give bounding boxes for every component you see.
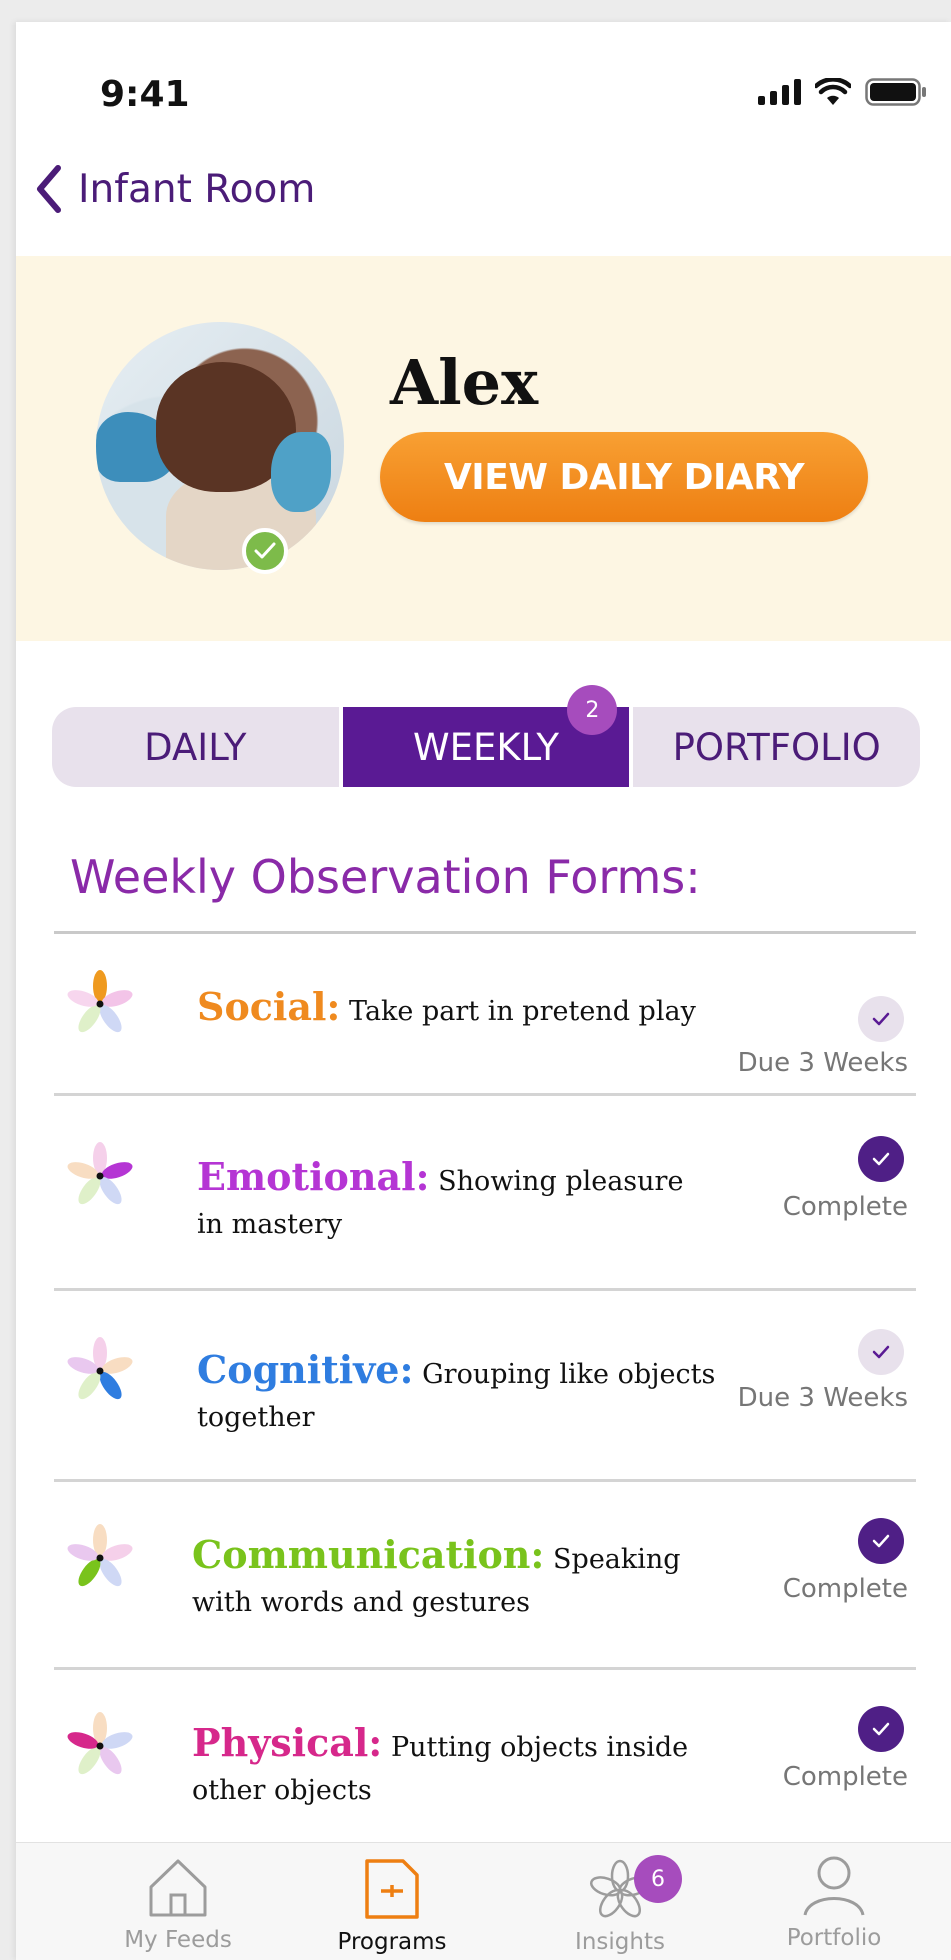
observation-row-physical[interactable]: Physical: Putting objects inside other o… [54,1670,916,1870]
tab-portfolio[interactable]: PORTFOLIO [629,707,920,787]
tab-label: PORTFOLIO [672,725,881,769]
tabbar-portfolio[interactable]: Portfolio [744,1853,924,1951]
view-daily-diary-button[interactable]: VIEW DAILY DIARY [380,432,868,522]
checkmark-complete-icon [858,1136,904,1182]
phone-screen: 9:41 Infant Room Alex VIEW DAILY DIARY D… [16,22,951,1960]
chevron-left-icon [37,165,61,213]
observation-category: Cognitive: [197,1347,414,1392]
observation-status: Due 3 Weeks [737,1383,908,1413]
child-avatar[interactable] [96,322,344,570]
flower-emotional-icon [67,1142,133,1205]
tabbar-label: Insights [575,1929,665,1955]
person-icon [803,1856,865,1916]
section-title: Weekly Observation Forms: [70,850,701,904]
back-button[interactable]: Infant Room [34,164,315,214]
observation-row-emotional[interactable]: Emotional: Showing pleasure in mastery C… [54,1096,916,1291]
flower-cognitive-icon [67,1337,133,1400]
flower-communication-icon [67,1524,133,1587]
tabbar-my-feeds[interactable]: My Feeds [88,1857,268,1953]
checkmark-complete-icon [858,1706,904,1752]
avatar-toy [271,432,331,512]
flower-social-icon [67,970,133,1033]
observation-text: Physical: Putting objects inside other o… [192,1720,717,1812]
child-name: Alex [390,346,539,419]
checkmark-pending-icon [858,1329,904,1375]
observation-row-communication[interactable]: Communication: Speaking with words and g… [54,1482,916,1670]
home-icon [149,1859,207,1917]
wifi-icon [815,78,851,105]
checkmark-complete-icon [858,1518,904,1564]
insights-count-badge: 6 [634,1855,682,1903]
tab-label: DAILY [144,725,247,769]
flower-physical-icon [67,1712,133,1775]
observation-category: Physical: [192,1720,383,1765]
programs-icon [365,1859,419,1919]
tabbar-label: Portfolio [786,1925,882,1951]
observation-text: Social: Take part in pretend play [197,984,717,1033]
view-tabs: DAILY WEEKLY 2 PORTFOLIO [52,685,920,787]
observation-category: Communication: [192,1532,545,1577]
observation-row-social[interactable]: Social: Take part in pretend play Due 3 … [54,934,916,1096]
status-time: 9:41 [100,74,190,115]
observation-description: Take part in pretend play [349,996,696,1027]
observation-category: Emotional: [197,1154,430,1199]
bottom-tab-bar: My Feeds Programs 6 Insights Portfolio [16,1842,951,1960]
observation-status: Due 3 Weeks [737,1048,908,1078]
child-profile-header: Alex VIEW DAILY DIARY [16,256,951,641]
tabbar-insights[interactable]: 6 Insights [530,1855,710,1955]
tab-label: WEEKLY [413,725,559,769]
checkmark-pending-icon [858,996,904,1042]
tabbar-label: Programs [337,1929,447,1955]
observation-row-cognitive[interactable]: Cognitive: Grouping like objects togethe… [54,1291,916,1482]
checked-in-badge-icon [242,528,288,574]
tab-weekly[interactable]: WEEKLY 2 [338,685,630,787]
observation-text: Communication: Speaking with words and g… [192,1532,717,1624]
observation-status: Complete [782,1762,908,1792]
observation-status: Complete [782,1574,908,1604]
tab-daily[interactable]: DAILY [52,707,339,787]
battery-icon [865,78,926,106]
tabbar-label: My Feeds [124,1927,232,1953]
observation-text: Emotional: Showing pleasure in mastery [197,1154,717,1246]
weekly-count-badge: 2 [567,685,618,735]
observation-status: Complete [782,1192,908,1222]
status-icons [758,78,927,106]
observation-list: Social: Take part in pretend play Due 3 … [54,934,916,1870]
back-label: Infant Room [78,166,316,212]
observation-category: Social: [197,984,341,1029]
tabbar-programs[interactable]: Programs [302,1857,482,1955]
observation-text: Cognitive: Grouping like objects togethe… [197,1347,717,1439]
cellular-signal-icon [758,79,801,105]
